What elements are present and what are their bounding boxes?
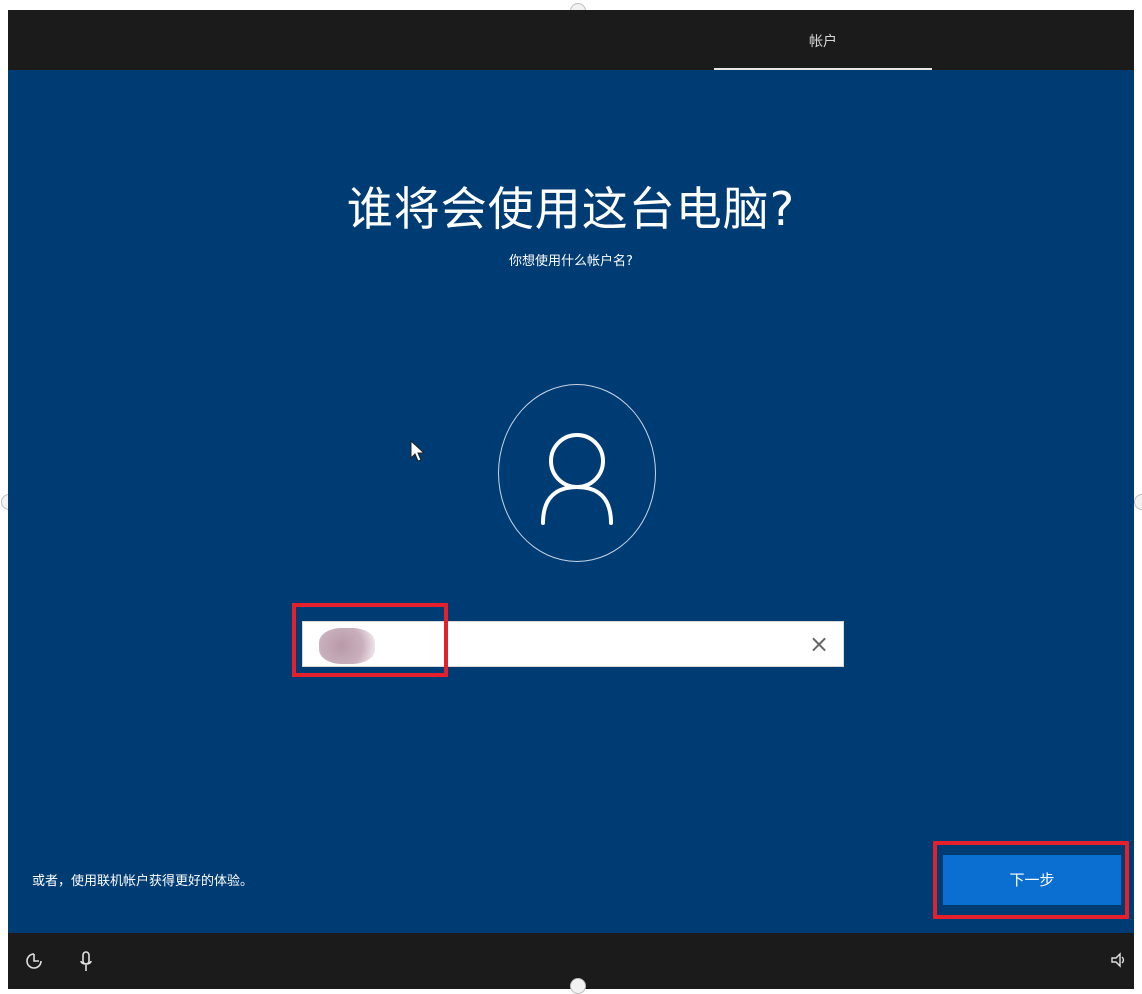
resize-handle-right[interactable] (1134, 494, 1142, 510)
tab-active-indicator (714, 68, 932, 70)
accessibility-icon[interactable] (24, 951, 44, 976)
online-account-link[interactable]: 或者，使用联机帐户获得更好的体验。 (32, 870, 253, 889)
clear-icon[interactable]: × (805, 630, 833, 658)
page-subtitle: 你想使用什么帐户名? (509, 254, 633, 269)
mouse-cursor-icon (410, 440, 426, 462)
page-title: 谁将会使用这台电脑? (346, 182, 796, 236)
tab-account[interactable]: 帐户 (714, 10, 932, 70)
volume-icon[interactable] (1110, 951, 1128, 974)
resize-handle-bottom[interactable] (570, 978, 586, 994)
input-highlight-box (292, 603, 448, 677)
user-icon (541, 433, 613, 525)
top-bar: 帐户 (8, 10, 1134, 70)
button-highlight-box (933, 841, 1129, 919)
oobe-window: 帐户 谁将会使用这台电脑? 你想使用什么帐户名? × 或者，使用联机帐户获得更好… (8, 10, 1134, 989)
avatar (498, 384, 656, 562)
microphone-icon[interactable] (78, 951, 94, 978)
